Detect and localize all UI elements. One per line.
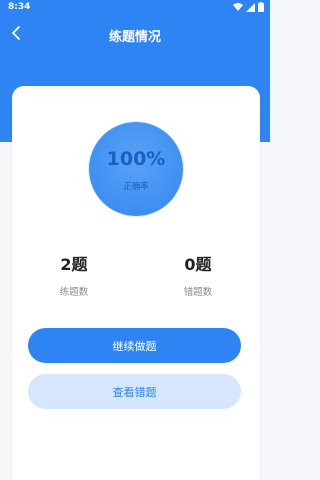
status-time: 8:34: [8, 2, 31, 12]
battery-icon: [258, 2, 264, 12]
accuracy-label: 正确率: [123, 182, 149, 192]
status-icons: [233, 2, 264, 12]
practiced-label: 练题数: [59, 287, 89, 298]
accuracy-circle: 100% 正确率: [89, 122, 183, 216]
nav-bar: 练题情况: [0, 20, 270, 50]
review-wrong-button[interactable]: 查看错题: [28, 374, 241, 409]
page-title: 练题情况: [108, 30, 161, 45]
practiced-stat: 2题 练题数: [34, 251, 114, 298]
wrong-label: 错题数: [183, 287, 213, 298]
accuracy-value: 100%: [106, 148, 166, 170]
practiced-value: 2题: [60, 255, 88, 274]
wifi-icon: [233, 3, 243, 11]
status-bar: 8:34: [0, 0, 270, 16]
summary-card: 100% 正确率 2题 练题数 0题 错题数 继续做题 查看错题: [12, 86, 260, 480]
signal-icon: [246, 2, 255, 12]
continue-practice-button[interactable]: 继续做题: [28, 328, 241, 363]
wrong-stat: 0题 错题数: [158, 251, 238, 298]
wrong-value: 0题: [184, 255, 212, 274]
